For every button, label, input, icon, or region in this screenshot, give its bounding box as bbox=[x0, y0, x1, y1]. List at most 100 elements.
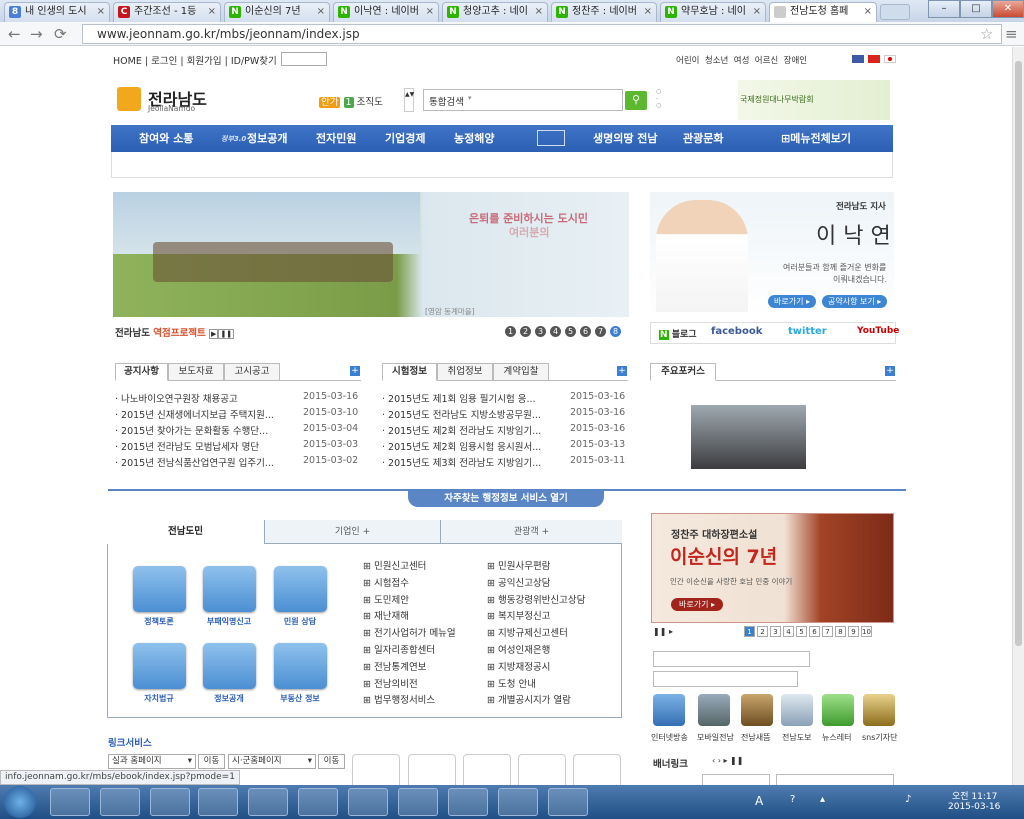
citizen-link[interactable]: ⊞ 행동강령위반신고상담 bbox=[487, 592, 585, 606]
youtube-link[interactable]: YouTube bbox=[857, 326, 899, 336]
quick-tile-1[interactable] bbox=[352, 754, 400, 785]
women-link[interactable]: 여성 bbox=[734, 56, 750, 66]
list-item-title[interactable]: · 2015년 신재생에너지보급 주택지원... bbox=[115, 410, 274, 421]
list-item[interactable]: · 2015년 전라남도 모범납세자 명단 2015-03-03 bbox=[115, 439, 361, 453]
city-select[interactable]: 시·군홈페이지 ▾ bbox=[228, 754, 316, 769]
list-item-title[interactable]: · 나노바이오연구원장 채용공고 bbox=[115, 394, 238, 405]
citizen-link[interactable]: ⊞ 민원사무편람 bbox=[487, 558, 550, 572]
list-item-title[interactable]: · 2015년 전남식품산업연구원 입주기... bbox=[115, 458, 274, 469]
citizen-link[interactable]: ⊞ 공익신고상담 bbox=[487, 575, 550, 589]
nav-economy[interactable]: 기업경제 bbox=[385, 125, 425, 152]
list-item[interactable]: · 2015년 전남식품산업연구원 입주기... 2015-03-02 bbox=[115, 455, 361, 469]
nav-civil[interactable]: 전자민원 bbox=[316, 125, 356, 152]
idpw-link[interactable]: ID/PW찾기 bbox=[231, 56, 277, 67]
citizen-link[interactable]: ⊞ 일자리종합센터 bbox=[363, 642, 435, 656]
join-link[interactable]: 회원가입 bbox=[187, 56, 222, 67]
nav-agri[interactable]: 농정해양 bbox=[454, 125, 494, 152]
citizen-link[interactable]: ⊞ 도민제안 bbox=[363, 592, 409, 606]
list-item[interactable]: · 2015년 찾아가는 문화활동 수행단... 2015-03-04 bbox=[115, 423, 361, 437]
menu-icon[interactable]: ≡ bbox=[1005, 25, 1018, 43]
tray-arrow-icon[interactable]: ▴ bbox=[820, 794, 825, 805]
search-icon[interactable]: ⚲ bbox=[625, 91, 647, 110]
hero-page-button[interactable]: 8 bbox=[610, 326, 621, 337]
banner-page-button[interactable]: 8 bbox=[835, 626, 846, 637]
search-more-icon[interactable]: ○ - ○ bbox=[656, 88, 664, 110]
bannerlink-item-2[interactable] bbox=[776, 774, 894, 785]
label-info[interactable]: 정보공개 bbox=[194, 693, 264, 704]
list-item-title[interactable]: · 2015년 찾아가는 문화활동 수행단... bbox=[115, 426, 268, 437]
small-banner-1[interactable] bbox=[653, 651, 810, 667]
media-player-icon[interactable] bbox=[100, 788, 140, 816]
gov-pledge-button[interactable]: 공약사항 보기 ▸ bbox=[822, 295, 888, 308]
newsletter-icon[interactable] bbox=[822, 694, 854, 726]
banner-page-button[interactable]: 1 bbox=[744, 626, 755, 637]
citizen-link[interactable]: ⊞ 민원신고센터 bbox=[363, 558, 426, 572]
city-go-button[interactable]: 이동 bbox=[318, 754, 345, 769]
internet-broadcast-icon[interactable] bbox=[653, 694, 685, 726]
scrollbar[interactable] bbox=[1012, 47, 1024, 785]
child-link[interactable]: 어린이 bbox=[676, 56, 699, 66]
citizen-link[interactable]: ⊞ 복지부정신고 bbox=[487, 608, 550, 622]
quick-tile-2[interactable] bbox=[408, 754, 456, 785]
gazette-icon[interactable] bbox=[781, 694, 813, 726]
novel-banner[interactable]: 정찬주 대하장편소설 이순신의 7년 인간 이순신을 사랑한 호남 민중 이야기… bbox=[651, 513, 894, 623]
label-anon-report[interactable]: 부패익명신고 bbox=[194, 616, 264, 627]
gavel-icon[interactable] bbox=[133, 643, 186, 689]
start-icon[interactable] bbox=[4, 786, 36, 818]
bannerlink-item-1[interactable] bbox=[702, 774, 770, 785]
clock-time[interactable]: 오전 11:17 bbox=[952, 789, 997, 802]
tab-announce[interactable]: 고시공고 bbox=[224, 363, 280, 381]
back-icon[interactable]: ← bbox=[8, 25, 21, 43]
maximize-icon[interactable]: □ bbox=[960, 0, 992, 18]
browser-tab[interactable]: C 주간조선 - 1등 × bbox=[113, 2, 221, 22]
bannerlink-nav[interactable]: ‹ › ▸ ❚❚ bbox=[712, 756, 743, 765]
dept-go-button[interactable]: 이동 bbox=[198, 754, 225, 769]
list-item[interactable]: · 2015년도 전라남도 지방소방공무원... 2015-03-16 bbox=[382, 407, 628, 421]
hero-page-button[interactable]: 1 bbox=[505, 326, 516, 337]
nav-participation[interactable]: 참여와 소통 bbox=[139, 125, 193, 152]
nav-life[interactable]: 생명의땅 전남 bbox=[593, 125, 658, 152]
notice-more-icon[interactable]: + bbox=[350, 366, 360, 376]
tab-close-icon[interactable]: × bbox=[644, 3, 652, 21]
clock-date[interactable]: 2015-03-16 bbox=[948, 802, 1000, 812]
label-mobile[interactable]: 모바일전남 bbox=[697, 732, 734, 743]
whistle-icon[interactable] bbox=[203, 566, 256, 612]
list-item[interactable]: · 나노바이오연구원장 채용공고 2015-03-16 bbox=[115, 391, 361, 405]
banner-page-button[interactable]: 4 bbox=[783, 626, 794, 637]
search-select[interactable]: 통합검색 bbox=[429, 94, 464, 108]
tab-close-icon[interactable]: × bbox=[864, 3, 872, 21]
quick-tile-5[interactable] bbox=[573, 754, 621, 785]
list-item-title[interactable]: · 2015년도 제3회 전라남도 지방임기... bbox=[382, 458, 541, 469]
list-item-title[interactable]: · 2015년도 제2회 임용시험 응시원서... bbox=[382, 442, 541, 453]
banner-page-button[interactable]: 10 bbox=[861, 626, 872, 637]
focus-more-icon[interactable]: + bbox=[885, 366, 895, 376]
browser-tab[interactable]: N 정찬주 : 네이버 × bbox=[551, 2, 657, 22]
tab-contract[interactable]: 계약입찰 bbox=[493, 363, 549, 381]
tab-tourist[interactable]: 관광객 + bbox=[441, 520, 622, 544]
reload-icon[interactable]: ⟳ bbox=[54, 25, 67, 43]
hero-banner[interactable]: 은퇴를 준비하시는 도시민 여러분의 [영암 동계마을] bbox=[113, 192, 629, 317]
quick-tile-3[interactable] bbox=[463, 754, 511, 785]
nav-info[interactable]: 정보공개 bbox=[247, 125, 287, 152]
disabled-link[interactable]: 장애인 bbox=[784, 56, 807, 66]
minimize-icon[interactable]: – bbox=[928, 0, 960, 18]
device-icon[interactable] bbox=[448, 788, 488, 816]
citizen-link[interactable]: ⊞ 전남의비전 bbox=[363, 676, 418, 690]
hero-page-button[interactable]: 2 bbox=[520, 326, 531, 337]
ie-icon[interactable] bbox=[50, 788, 90, 816]
citizen-link[interactable]: ⊞ 전기사업허가 메뉴얼 bbox=[363, 625, 456, 639]
nav-tourism[interactable]: 관광문화 bbox=[683, 125, 723, 152]
pop-icon[interactable] bbox=[298, 788, 338, 816]
explorer-icon[interactable] bbox=[150, 788, 190, 816]
nav-allmenu[interactable]: ⊞ 메뉴전체보기 bbox=[781, 125, 851, 152]
citizen-link[interactable]: ⊞ 시험접수 bbox=[363, 575, 409, 589]
list-item-title[interactable]: · 2015년도 전라남도 지방소방공무원... bbox=[382, 410, 541, 421]
monitor-icon[interactable] bbox=[203, 643, 256, 689]
youth-link[interactable]: 청소년 bbox=[705, 56, 728, 66]
scrollbar-thumb[interactable] bbox=[1015, 61, 1022, 646]
banner-page-button[interactable]: 6 bbox=[809, 626, 820, 637]
civil-chat-icon[interactable] bbox=[274, 566, 327, 612]
home-link[interactable]: HOME bbox=[113, 56, 142, 67]
citizen-link[interactable]: ⊞ 법무행정서비스 bbox=[363, 692, 435, 706]
tab-close-icon[interactable]: × bbox=[208, 3, 216, 21]
